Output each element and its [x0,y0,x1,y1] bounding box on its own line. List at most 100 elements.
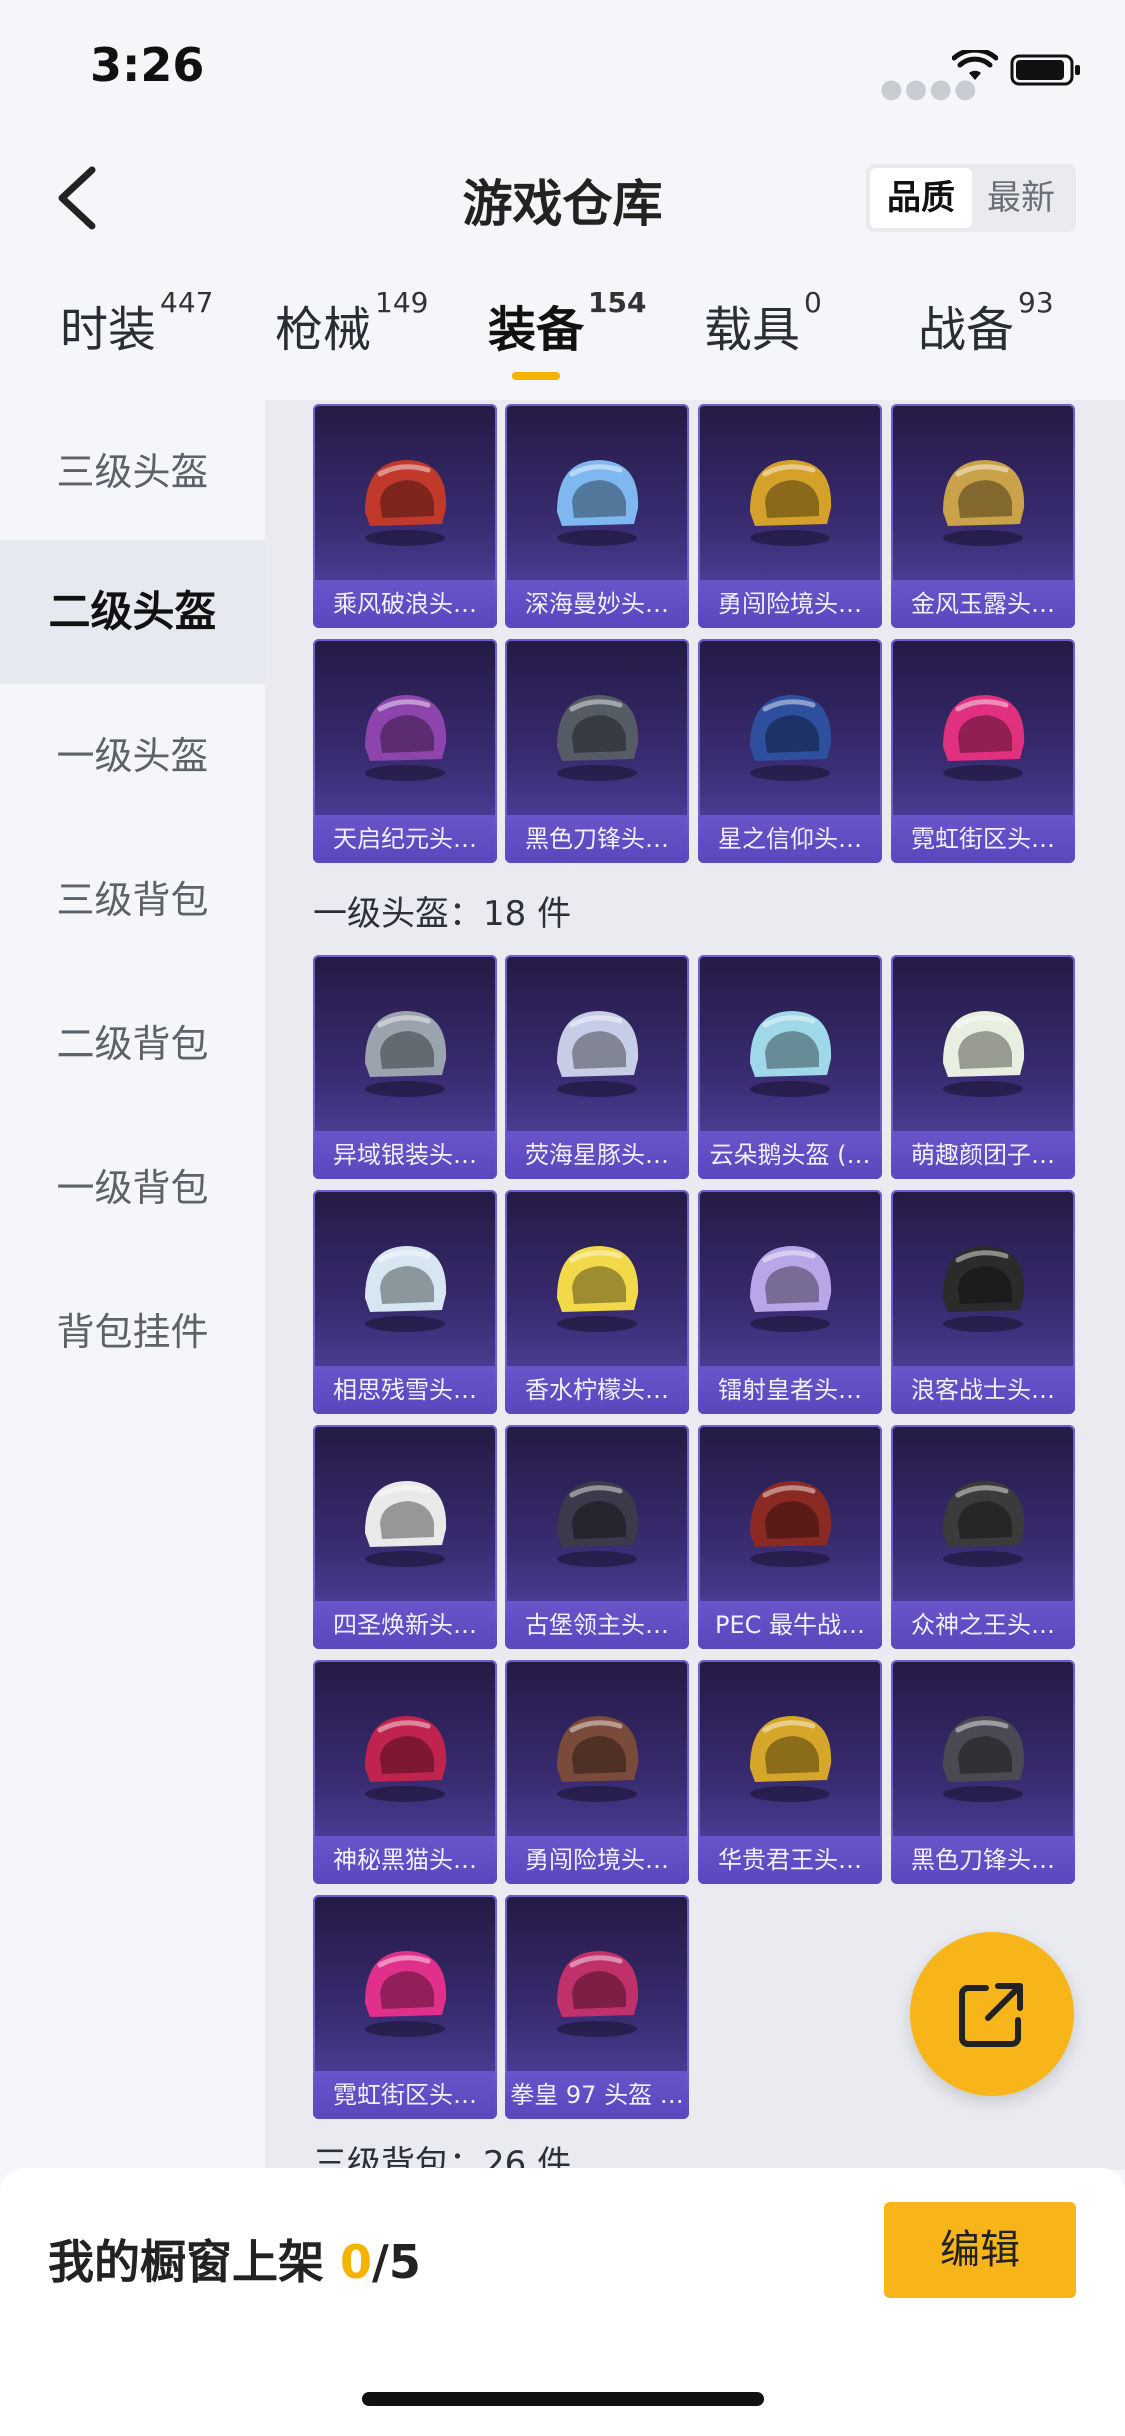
item-card[interactable]: 拳皇 97 头盔 … [505,1895,689,2119]
tab-equipment[interactable]: 装备 154 [488,286,646,360]
item-card[interactable]: 云朵鹅头盔 (… [698,955,882,1179]
item-name: 黑色刀锋头… [505,815,689,863]
item-card[interactable]: 神秘黑猫头… [313,1660,497,1884]
sidebar-item-level1-backpack[interactable]: 一级背包 [0,1116,265,1260]
item-name: 黑色刀锋头… [891,1836,1075,1884]
item-name: 金风玉露头… [891,580,1075,628]
showcase-status: 我的橱窗上架 0/5 [48,2235,421,2289]
item-name: 萌趣颜团子… [891,1131,1075,1179]
sidebar-item-level3-backpack[interactable]: 三级背包 [0,828,265,972]
item-card[interactable]: 荧海星豚头… [505,955,689,1179]
helmet-icon [557,460,639,546]
helmet-icon [943,1246,1025,1332]
sidebar-item-level3-helmet[interactable]: 三级头盔 [0,400,265,544]
status-time: 3:26 [90,38,205,92]
helmet-icon [365,1481,447,1567]
item-card[interactable]: 镭射皇者头… [698,1190,882,1414]
item-card[interactable]: PEC 最牛战… [698,1425,882,1649]
item-name: 乘风破浪头… [313,580,497,628]
helmet-icon [557,1481,639,1567]
helmet-icon [557,1246,639,1332]
item-name: 众神之王头… [891,1601,1075,1649]
item-card[interactable]: 萌趣颜团子… [891,955,1075,1179]
sort-newest-button[interactable]: 最新 [970,168,1072,228]
item-name: 古堡领主头… [505,1601,689,1649]
item-name: 神秘黑猫头… [313,1836,497,1884]
item-name: 荧海星豚头… [505,1131,689,1179]
helmet-icon [750,1011,832,1097]
item-card[interactable]: 相思残雪头… [313,1190,497,1414]
edit-button[interactable]: 编辑 [884,2202,1076,2298]
helmet-icon [365,460,447,546]
item-grid: 一级头盔：18 件 三级背包：26 件 乘风破浪头… 深海曼妙头… 勇闯险境头… 金风… [265,400,1125,2170]
item-card[interactable]: 华贵君王头… [698,1660,882,1884]
item-name: 相思残雪头… [313,1366,497,1414]
helmet-icon [750,460,832,546]
item-card[interactable]: 霓虹街区头… [313,1895,497,2119]
helmet-icon [365,1716,447,1802]
sort-toggle: 品质 最新 [866,164,1076,232]
helmet-icon [557,1716,639,1802]
item-name: 拳皇 97 头盔 … [505,2071,689,2119]
helmet-icon [943,1716,1025,1802]
item-name: 霓虹街区头… [891,815,1075,863]
helmet-icon [557,695,639,781]
item-card[interactable]: 勇闯险境头… [698,404,882,628]
item-card[interactable]: 星之信仰头… [698,639,882,863]
item-name: 云朵鹅头盔 (… [698,1131,882,1179]
item-card[interactable]: 浪客战士头… [891,1190,1075,1414]
item-card[interactable]: 黑色刀锋头… [505,639,689,863]
helmet-icon [365,1011,447,1097]
item-name: 浪客战士头… [891,1366,1075,1414]
sidebar-item-backpack-pendant[interactable]: 背包挂件 [0,1260,265,1404]
category-tabs: 时装 447 枪械 149 装备 154 载具 0 战备 93 [0,286,1125,400]
item-card[interactable]: 古堡领主头… [505,1425,689,1649]
item-card[interactable]: 四圣焕新头… [313,1425,497,1649]
sort-quality-button[interactable]: 品质 [870,168,972,228]
tab-combat-gear[interactable]: 战备 93 [918,286,1054,360]
helmet-icon [750,695,832,781]
wifi-icon [952,50,998,80]
item-name: 异域银装头… [313,1131,497,1179]
share-button[interactable] [910,1932,1074,2096]
item-card[interactable]: 霓虹街区头… [891,639,1075,863]
showcase-count: 0 [340,2235,373,2289]
item-card[interactable]: 黑色刀锋头… [891,1660,1075,1884]
item-name: 华贵君王头… [698,1836,882,1884]
item-name: 镭射皇者头… [698,1366,882,1414]
helmet-icon [943,460,1025,546]
item-card[interactable]: 香水柠檬头… [505,1190,689,1414]
item-name: 星之信仰头… [698,815,882,863]
item-card[interactable]: 天启纪元头… [313,639,497,863]
item-card[interactable]: 乘风破浪头… [313,404,497,628]
helmet-icon [750,1481,832,1567]
item-card[interactable]: 深海曼妙头… [505,404,689,628]
home-indicator [362,2392,764,2406]
helmet-icon [943,1481,1025,1567]
item-card[interactable]: 金风玉露头… [891,404,1075,628]
item-name: 深海曼妙头… [505,580,689,628]
sidebar-item-level2-helmet[interactable]: 二级头盔 [0,540,265,684]
active-tab-indicator [512,372,560,380]
helmet-icon [750,1246,832,1332]
item-card[interactable]: 勇闯险境头… [505,1660,689,1884]
item-card[interactable]: 异域银装头… [313,955,497,1179]
tab-guns[interactable]: 枪械 149 [275,286,428,360]
sidebar-item-level2-backpack[interactable]: 二级背包 [0,972,265,1116]
section-title-level3-backpack: 三级背包：26 件 [313,2144,572,2170]
share-icon [959,1983,1023,2047]
item-name: 勇闯险境头… [505,1836,689,1884]
item-name: 香水柠檬头… [505,1366,689,1414]
item-name: 霓虹街区头… [313,2071,497,2119]
helmet-icon [365,695,447,781]
helmet-icon [943,695,1025,781]
helmet-icon [557,1951,639,2037]
tab-fashion[interactable]: 时装 447 [60,286,213,360]
helmet-icon [365,1951,447,2037]
sidebar-item-level1-helmet[interactable]: 一级头盔 [0,684,265,828]
tab-vehicles[interactable]: 载具 0 [704,286,822,360]
item-name: 四圣焕新头… [313,1601,497,1649]
item-name: 勇闯险境头… [698,580,882,628]
battery-icon [1010,54,1080,86]
item-card[interactable]: 众神之王头… [891,1425,1075,1649]
